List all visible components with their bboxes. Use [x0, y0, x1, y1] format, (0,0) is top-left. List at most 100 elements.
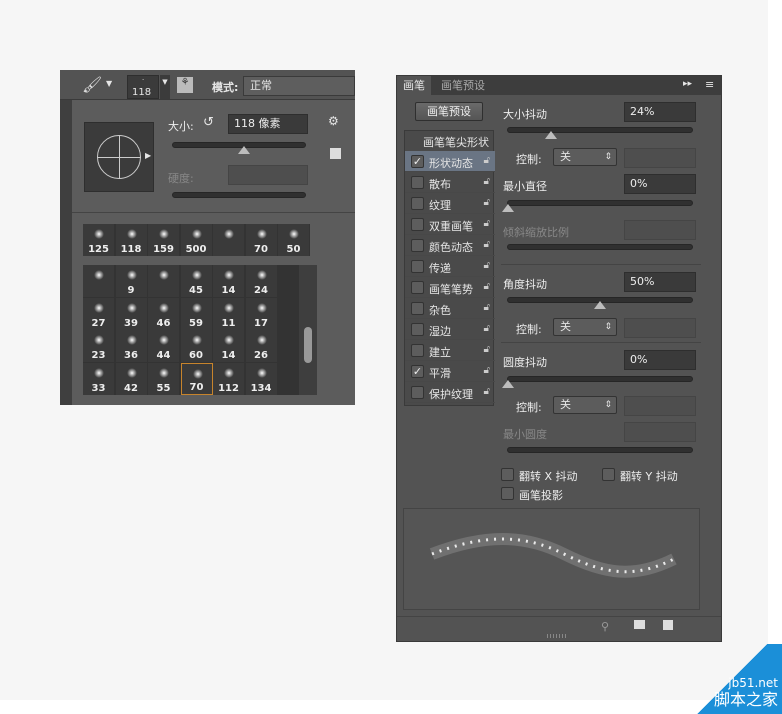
brush-setting-item[interactable]: 散布 🔓︎ — [405, 172, 495, 193]
lock-icon[interactable]: 🔓︎ — [484, 365, 490, 376]
gear-icon[interactable]: ⚙ — [328, 114, 339, 128]
recent-brush[interactable]: 159 — [148, 224, 180, 256]
brush-size-preview[interactable]: · 118 — [127, 75, 159, 99]
brush-preset[interactable] — [148, 265, 180, 297]
min-diameter-input[interactable]: 0% — [624, 174, 696, 194]
lock-icon[interactable]: 🔓︎ — [484, 239, 490, 250]
brush-preset[interactable]: 59 — [180, 297, 213, 330]
brush-preset[interactable]: 24 — [245, 265, 278, 297]
grid-scrollbar[interactable] — [299, 265, 317, 395]
brush-setting-item[interactable]: 湿边 🔓︎ — [405, 319, 495, 340]
brush-setting-item[interactable]: 画笔笔势 🔓︎ — [405, 277, 495, 298]
recent-brush[interactable]: 70 — [245, 224, 278, 256]
brush-preset[interactable]: 60 — [180, 330, 213, 362]
brush-preset[interactable]: 45 — [180, 265, 213, 297]
chevron-down-icon[interactable]: ▼ — [106, 79, 112, 88]
checkbox[interactable]: ✓ — [411, 365, 424, 378]
scroll-thumb[interactable] — [304, 327, 312, 363]
preset-dropdown-arrow[interactable]: ▼ — [160, 75, 170, 99]
grid-icon[interactable] — [634, 620, 645, 629]
brush-projection-checkbox[interactable] — [501, 487, 514, 500]
brush-angle-preview[interactable]: ▶ — [84, 122, 154, 192]
brush-preset[interactable]: 26 — [245, 330, 278, 362]
brush-preset[interactable]: 70 — [180, 362, 213, 395]
brush-setting-item[interactable]: 杂色 🔓︎ — [405, 298, 495, 319]
brush-setting-item[interactable]: ✓ 形状动态 🔓︎ — [405, 151, 495, 172]
brush-preset[interactable] — [83, 265, 115, 297]
lock-icon[interactable]: 🔓︎ — [484, 323, 490, 334]
lock-icon[interactable]: 🔓︎ — [484, 281, 490, 292]
control3-select[interactable]: 关 ⇕ — [553, 396, 617, 414]
tab-brush[interactable]: 画笔 — [397, 76, 431, 95]
checkbox[interactable] — [411, 281, 424, 294]
brush-preset[interactable]: 46 — [148, 297, 180, 330]
control2-select[interactable]: 关 ⇕ — [553, 318, 617, 336]
toggle-brush-icon[interactable]: ⚲ — [601, 620, 609, 633]
brush-setting-item[interactable]: 传递 🔓︎ — [405, 256, 495, 277]
brush-preset[interactable]: 23 — [83, 330, 115, 362]
recent-brush[interactable]: 500 — [180, 224, 213, 256]
brush-preset[interactable]: 44 — [148, 330, 180, 362]
checkbox[interactable] — [411, 197, 424, 210]
roundness-jitter-thumb[interactable] — [502, 380, 514, 388]
resize-grip[interactable] — [547, 634, 567, 638]
roundness-jitter-slider[interactable] — [507, 376, 693, 382]
brush-setting-item[interactable]: 双重画笔 🔓︎ — [405, 214, 495, 235]
angle-jitter-thumb[interactable] — [594, 301, 606, 309]
brush-preset[interactable]: 17 — [245, 297, 278, 330]
brush-preset[interactable]: 55 — [148, 362, 180, 395]
size-jitter-input[interactable]: 24% — [624, 102, 696, 122]
panel-menu-icon[interactable]: ≡ — [705, 78, 714, 91]
min-diameter-thumb[interactable] — [502, 204, 514, 212]
checkbox[interactable] — [411, 386, 424, 399]
brush-preset[interactable]: 42 — [115, 362, 148, 395]
brush-preset[interactable]: 9 — [115, 265, 148, 297]
checkbox[interactable] — [411, 302, 424, 315]
brush-setting-item[interactable]: ✓ 平滑 🔓︎ — [405, 361, 495, 382]
brush-preset[interactable]: 36 — [115, 330, 148, 362]
brush-preset[interactable]: 112 — [213, 362, 245, 395]
tip-shape-header[interactable]: 画笔笔尖形状 — [423, 134, 489, 150]
lock-icon[interactable]: 🔓︎ — [484, 197, 490, 208]
brush-preset[interactable]: 27 — [83, 297, 115, 330]
lock-icon[interactable]: 🔓︎ — [484, 302, 490, 313]
mode-select[interactable]: 正常 — [243, 76, 355, 96]
checkbox[interactable] — [411, 176, 424, 189]
checkbox[interactable] — [411, 344, 424, 357]
lock-icon[interactable]: 🔓︎ — [484, 260, 490, 271]
lock-icon[interactable]: 🔓︎ — [484, 386, 490, 397]
lock-icon[interactable]: 🔓︎ — [484, 344, 490, 355]
brush-preset[interactable]: 11 — [213, 297, 245, 330]
lock-icon[interactable]: 🔓︎ — [484, 176, 490, 187]
brush-preset[interactable]: 39 — [115, 297, 148, 330]
recent-brush[interactable]: 125 — [83, 224, 115, 256]
new-preset-icon[interactable] — [663, 620, 673, 630]
checkbox[interactable] — [411, 239, 424, 252]
brush-presets-button[interactable]: 画笔预设 — [415, 102, 483, 121]
lock-icon[interactable]: 🔓︎ — [484, 155, 490, 166]
size-jitter-slider[interactable] — [507, 127, 693, 133]
flip-x-checkbox[interactable] — [501, 468, 514, 481]
brush-preset[interactable]: 14 — [213, 330, 245, 362]
brush-preset[interactable]: 14 — [213, 265, 245, 297]
flip-y-checkbox[interactable] — [602, 468, 615, 481]
angle-jitter-input[interactable]: 50% — [624, 272, 696, 292]
brush-tool-icon[interactable]: 🖌 — [82, 75, 102, 94]
roundness-jitter-input[interactable]: 0% — [624, 350, 696, 370]
checkbox[interactable] — [411, 323, 424, 336]
brush-preset[interactable]: 33 — [83, 362, 115, 395]
reset-size-icon[interactable]: ↺ — [203, 115, 214, 130]
checkbox[interactable] — [411, 260, 424, 273]
size-jitter-thumb[interactable] — [545, 131, 557, 139]
brush-setting-item[interactable]: 保护纹理 🔓︎ — [405, 382, 495, 403]
new-preset-icon[interactable] — [330, 148, 341, 159]
collapse-icon[interactable]: ▸▸ — [683, 79, 692, 89]
size-input[interactable]: 118 像素 — [228, 114, 308, 134]
min-diameter-slider[interactable] — [507, 200, 693, 206]
checkbox[interactable] — [411, 218, 424, 231]
recent-brush[interactable] — [213, 224, 245, 256]
checkbox[interactable]: ✓ — [411, 155, 424, 168]
brush-setting-item[interactable]: 建立 🔓︎ — [405, 340, 495, 361]
control1-select[interactable]: 关 ⇕ — [553, 148, 617, 166]
lock-icon[interactable]: 🔓︎ — [484, 218, 490, 229]
